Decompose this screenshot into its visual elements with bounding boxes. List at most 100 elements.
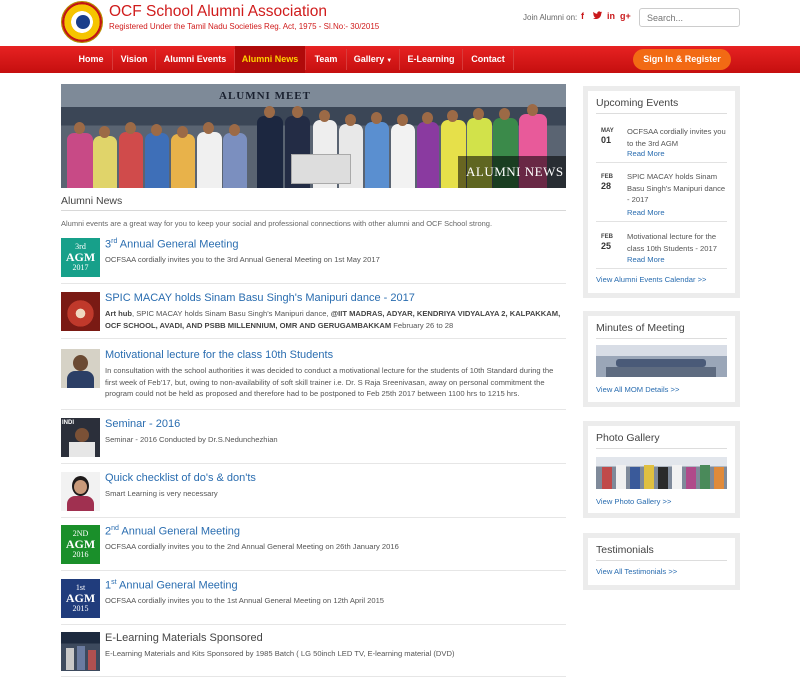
event-read-more-link[interactable]: Read More — [627, 149, 665, 158]
news-title[interactable]: 3rd Annual General Meeting — [105, 238, 238, 251]
sign-in-register-button[interactable]: Sign In & Register — [633, 49, 731, 70]
news-item: 2ND AGM 2016 2nd Annual General Meeting … — [61, 525, 566, 565]
news-thumbnail[interactable]: INDI — [61, 418, 100, 457]
news-item: Motivational lecture for the class 10th … — [61, 349, 566, 399]
linkedin-icon[interactable]: in — [607, 11, 615, 21]
mom-photo[interactable] — [596, 345, 727, 377]
event-divider — [596, 268, 727, 269]
facebook-icon[interactable]: f — [581, 11, 584, 21]
panel-title: Upcoming Events — [596, 97, 679, 109]
news-description: E-Learning Materials and Kits Sponsored … — [105, 649, 455, 658]
nav-team[interactable]: Team — [306, 46, 346, 73]
gallery-photo[interactable] — [596, 457, 727, 489]
caret-down-icon: ▼ — [386, 58, 393, 64]
mom-details-link[interactable]: View All MOM Details >> — [596, 385, 679, 394]
event-month: FEB — [601, 174, 613, 180]
site-header: OCF School Alumni Association Registered… — [0, 0, 800, 46]
join-alumni-label: Join Alumni on: — [523, 13, 578, 22]
event-day: 28 — [601, 181, 612, 191]
news-thumbnail[interactable] — [61, 292, 100, 331]
news-thumbnail[interactable] — [61, 472, 100, 511]
agm-label: AGM — [65, 591, 96, 605]
agm-year: 2016 — [72, 550, 89, 559]
site-title[interactable]: OCF School Alumni Association — [109, 3, 327, 21]
twitter-icon[interactable] — [593, 11, 602, 21]
nav-gallery-label: Gallery — [353, 54, 385, 64]
news-title[interactable]: E-Learning Materials Sponsored — [105, 632, 263, 644]
panel-divider — [596, 113, 727, 114]
panel-title: Testimonials — [596, 544, 654, 556]
panel-title: Photo Gallery — [596, 432, 660, 444]
title-suffix: nd — [111, 525, 119, 532]
news-title[interactable]: SPIC MACAY holds Sinam Basu Singh's Mani… — [105, 292, 415, 304]
news-title[interactable]: 1st Annual General Meeting — [105, 579, 238, 592]
news-title[interactable]: 2nd Annual General Meeting — [105, 525, 240, 538]
google-plus-icon[interactable]: g+ — [620, 11, 631, 21]
school-logo[interactable] — [61, 1, 103, 43]
news-thumbnail[interactable]: 3rd AGM 2017 — [61, 238, 100, 277]
section-intro: Alumni events are a great way for you to… — [61, 219, 493, 228]
news-description: Smart Learning is very necessary — [105, 489, 218, 498]
news-description: Art hub, SPIC MACAY holds Sinam Basu Sin… — [105, 308, 566, 331]
event-read-more-link[interactable]: Read More — [627, 255, 665, 264]
nav-vision[interactable]: Vision — [113, 46, 155, 73]
event-day: 25 — [601, 241, 612, 251]
news-title[interactable]: Quick checklist of do's & don'ts — [105, 472, 256, 484]
logo-emblem — [76, 15, 90, 29]
panel-divider — [596, 338, 727, 339]
photo-gallery-link[interactable]: View Photo Gallery >> — [596, 497, 671, 506]
section-divider — [61, 210, 566, 211]
upcoming-events-panel: Upcoming Events MAY 01 OCFSAA cordially … — [583, 86, 740, 298]
alumni-news-banner: ALUMNI MEET ALUMNI NEWS — [61, 84, 566, 188]
title-text: Annual General Meeting — [116, 579, 238, 592]
news-divider — [61, 463, 566, 464]
news-item: INDI Seminar - 2016 Seminar - 2016 Condu… — [61, 418, 566, 458]
news-thumbnail[interactable] — [61, 349, 100, 388]
news-thumbnail[interactable] — [61, 632, 100, 671]
news-divider — [61, 676, 566, 677]
desc-bold-lead: Art hub — [105, 309, 132, 318]
events-calendar-link[interactable]: View Alumni Events Calendar >> — [596, 275, 706, 284]
news-thumbnail[interactable]: 2ND AGM 2016 — [61, 525, 100, 564]
event-text: SPIC MACAY holds Sinam Basu Singh's Mani… — [627, 172, 726, 204]
agm-label: AGM — [65, 537, 96, 551]
event-divider — [596, 162, 727, 163]
search-input[interactable] — [639, 8, 740, 27]
title-text: Annual General Meeting — [117, 238, 239, 251]
nav-e-learning[interactable]: E-Learning — [400, 46, 462, 73]
testimonials-panel: Testimonials View All Testimonials >> — [583, 533, 740, 590]
event-text: Motivational lecture for the class 10th … — [627, 232, 717, 253]
nav-gallery[interactable]: Gallery ▼ — [347, 46, 399, 73]
news-item: 1st AGM 2015 1st Annual General Meeting … — [61, 579, 566, 619]
banner-sign-text: ALUMNI MEET — [219, 90, 311, 102]
photo-gallery-panel: Photo Gallery View Photo Gallery >> — [583, 421, 740, 518]
nav-home[interactable]: Home — [70, 46, 112, 73]
event-divider — [596, 221, 727, 222]
desc-text: , SPIC MACAY holds Sinam Basu Singh's Ma… — [132, 309, 331, 318]
nav-alumni-news[interactable]: Alumni News — [235, 46, 305, 73]
news-description: OCFSAA cordially invites you to the 1st … — [105, 596, 385, 605]
news-description: Seminar - 2016 Conducted by Dr.S.Nedunch… — [105, 435, 278, 444]
nav-contact[interactable]: Contact — [463, 46, 513, 73]
news-item: Quick checklist of do's & don'ts Smart L… — [61, 472, 566, 512]
section-title: Alumni News — [61, 195, 123, 207]
news-item: E-Learning Materials Sponsored E-Learnin… — [61, 632, 566, 672]
nav-alumni-events[interactable]: Alumni Events — [156, 46, 234, 73]
news-description: In consultation with the school authorit… — [105, 366, 554, 398]
agm-year: 2015 — [72, 604, 89, 613]
news-title[interactable]: Seminar - 2016 — [105, 418, 180, 430]
minutes-of-meeting-panel: Minutes of Meeting View All MOM Details … — [583, 311, 740, 407]
news-description: OCFSAA cordially invites you to the 2nd … — [105, 542, 399, 551]
event-text: OCFSAA cordially invites you to the 3rd … — [627, 127, 726, 148]
event-read-more-link[interactable]: Read More — [627, 208, 665, 217]
seminar-banner-text: INDI — [62, 420, 74, 426]
testimonials-link[interactable]: View All Testimonials >> — [596, 567, 677, 576]
news-title[interactable]: Motivational lecture for the class 10th … — [105, 349, 333, 361]
panel-divider — [596, 560, 727, 561]
event-month: FEB — [601, 234, 613, 240]
event-month: MAY — [601, 128, 614, 134]
news-thumbnail[interactable]: 1st AGM 2015 — [61, 579, 100, 618]
panel-title: Minutes of Meeting — [596, 322, 685, 334]
news-divider — [61, 517, 566, 518]
news-divider — [61, 338, 566, 339]
